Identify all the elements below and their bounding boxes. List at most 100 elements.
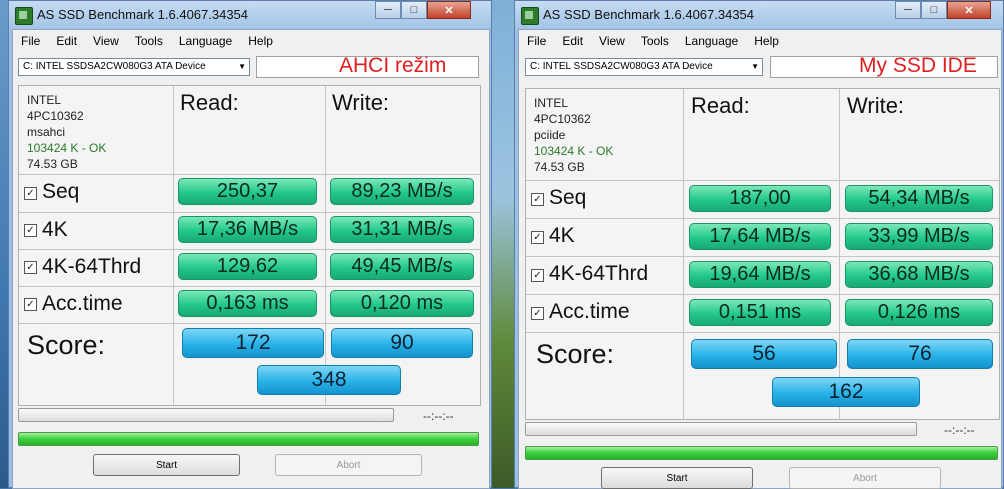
- menu-file[interactable]: File: [13, 34, 48, 48]
- write-header: Write:: [332, 90, 390, 115]
- elapsed-time: --:--:--: [944, 423, 975, 437]
- drive-info: INTEL 4PC10362 msahci 103424 K - OK 74.5…: [27, 92, 169, 172]
- mode-label: AHCI režim: [339, 54, 447, 77]
- minimize-button[interactable]: ─: [375, 1, 401, 19]
- start-button[interactable]: Start: [93, 454, 240, 476]
- drive-vendor: INTEL: [27, 93, 62, 107]
- 4k-write-value: 33,99 MB/s: [845, 223, 993, 250]
- minimize-icon: ─: [904, 4, 912, 16]
- title-bar[interactable]: AS SSD Benchmark 1.6.4067.34354 ─ □ ✕: [9, 1, 491, 29]
- grid-divider: [19, 286, 480, 287]
- close-icon: ✕: [964, 4, 974, 17]
- client-area: File Edit View Tools Language Help C: IN…: [12, 29, 490, 489]
- mode-text-field[interactable]: My SSD IDE: [770, 54, 998, 78]
- 4k-read-value: 17,64 MB/s: [689, 223, 831, 250]
- app-icon: [15, 7, 33, 25]
- grid-divider: [526, 294, 999, 295]
- 4k-64thrd-read-value: 19,64 MB/s: [689, 261, 831, 288]
- acc-time-read-value: 0,163 ms: [178, 290, 317, 317]
- menu-edit[interactable]: Edit: [554, 34, 591, 48]
- menu-edit[interactable]: Edit: [48, 34, 85, 48]
- mode-text-field[interactable]: AHCI režim: [256, 54, 479, 78]
- close-icon: ✕: [444, 4, 454, 17]
- maximize-button[interactable]: □: [401, 1, 427, 19]
- start-button[interactable]: Start: [601, 467, 753, 489]
- row-label-acc-time: Acc.time: [42, 292, 123, 315]
- menu-bar: File Edit View Tools Language Help: [13, 30, 489, 52]
- score-read: 172: [182, 328, 324, 358]
- drive-alignment: 103424 K - OK: [534, 144, 614, 158]
- score-write: 76: [847, 339, 993, 369]
- device-dropdown[interactable]: C: INTEL SSDSA2CW080G3 ATA Device ▼: [525, 58, 763, 76]
- progress-bar-total: [18, 432, 479, 446]
- title-bar[interactable]: AS SSD Benchmark 1.6.4067.34354 ─ □ ✕: [515, 1, 1003, 29]
- chevron-down-icon: ▼: [238, 62, 246, 71]
- results-grid: INTEL 4PC10362 msahci 103424 K - OK 74.5…: [18, 85, 481, 406]
- 4k-64thrd-read-value: 129,62: [178, 253, 317, 280]
- menu-file[interactable]: File: [519, 34, 554, 48]
- score-total: 162: [772, 377, 920, 407]
- score-total: 348: [257, 365, 401, 395]
- drive-firmware: 4PC10362: [534, 112, 591, 126]
- minimize-icon: ─: [384, 4, 392, 16]
- 4k-64thrd-write-value: 36,68 MB/s: [845, 261, 993, 288]
- close-button[interactable]: ✕: [427, 1, 471, 19]
- menu-language[interactable]: Language: [677, 34, 746, 48]
- row-label-acc-time: Acc.time: [549, 300, 630, 323]
- grid-divider: [19, 212, 480, 213]
- drive-vendor: INTEL: [534, 96, 569, 110]
- maximize-icon: □: [930, 4, 938, 16]
- desktop-background-middle: [492, 0, 514, 488]
- read-header: Read:: [180, 90, 239, 115]
- checkbox-seq[interactable]: ✓: [531, 193, 544, 206]
- grid-divider: [526, 332, 999, 333]
- minimize-button[interactable]: ─: [895, 1, 921, 19]
- score-read: 56: [691, 339, 837, 369]
- results-grid: INTEL 4PC10362 pciide 103424 K - OK 74.5…: [525, 88, 1000, 420]
- abort-button[interactable]: Abort: [275, 454, 422, 476]
- checkbox-acc-time[interactable]: ✓: [24, 298, 37, 311]
- chevron-down-icon: ▼: [751, 62, 759, 71]
- score-write: 90: [331, 328, 473, 358]
- menu-view[interactable]: View: [85, 34, 127, 48]
- checkbox-acc-time[interactable]: ✓: [531, 307, 544, 320]
- menu-help[interactable]: Help: [746, 34, 787, 48]
- grid-divider: [173, 86, 174, 405]
- menu-language[interactable]: Language: [171, 34, 240, 48]
- menu-help[interactable]: Help: [240, 34, 281, 48]
- checkbox-4k[interactable]: ✓: [531, 231, 544, 244]
- grid-divider: [839, 89, 840, 419]
- menu-view[interactable]: View: [591, 34, 633, 48]
- seq-write-value: 54,34 MB/s: [845, 185, 993, 212]
- menu-tools[interactable]: Tools: [127, 34, 171, 48]
- close-button[interactable]: ✕: [947, 1, 991, 19]
- checkbox-4k[interactable]: ✓: [24, 224, 37, 237]
- window-title: AS SSD Benchmark 1.6.4067.34354: [37, 7, 249, 22]
- 4k-read-value: 17,36 MB/s: [178, 216, 317, 243]
- read-header: Read:: [691, 93, 750, 118]
- drive-size: 74.53 GB: [27, 157, 78, 171]
- score-label: Score:: [27, 330, 106, 360]
- 4k-64thrd-write-value: 49,45 MB/s: [330, 253, 474, 280]
- grid-divider: [526, 180, 999, 181]
- write-header: Write:: [847, 93, 905, 118]
- window-title: AS SSD Benchmark 1.6.4067.34354: [543, 7, 755, 22]
- maximize-button[interactable]: □: [921, 1, 947, 19]
- mode-label: My SSD IDE: [859, 54, 977, 77]
- device-name: C: INTEL SSDSA2CW080G3 ATA Device: [530, 61, 713, 72]
- menu-tools[interactable]: Tools: [633, 34, 677, 48]
- device-name: C: INTEL SSDSA2CW080G3 ATA Device: [23, 61, 206, 72]
- abort-button[interactable]: Abort: [789, 467, 941, 489]
- checkbox-4k-64thrd[interactable]: ✓: [531, 269, 544, 282]
- drive-driver: pciide: [534, 128, 566, 142]
- progress-bar-current: [525, 422, 917, 436]
- grid-divider: [526, 256, 999, 257]
- seq-read-value: 187,00: [689, 185, 831, 212]
- maximize-icon: □: [410, 4, 418, 16]
- benchmark-window-ide: AS SSD Benchmark 1.6.4067.34354 ─ □ ✕ Fi…: [514, 0, 1004, 489]
- checkbox-4k-64thrd[interactable]: ✓: [24, 261, 37, 274]
- grid-divider: [683, 89, 684, 419]
- device-dropdown[interactable]: C: INTEL SSDSA2CW080G3 ATA Device ▼: [18, 58, 250, 76]
- grid-divider: [19, 323, 480, 324]
- checkbox-seq[interactable]: ✓: [24, 187, 37, 200]
